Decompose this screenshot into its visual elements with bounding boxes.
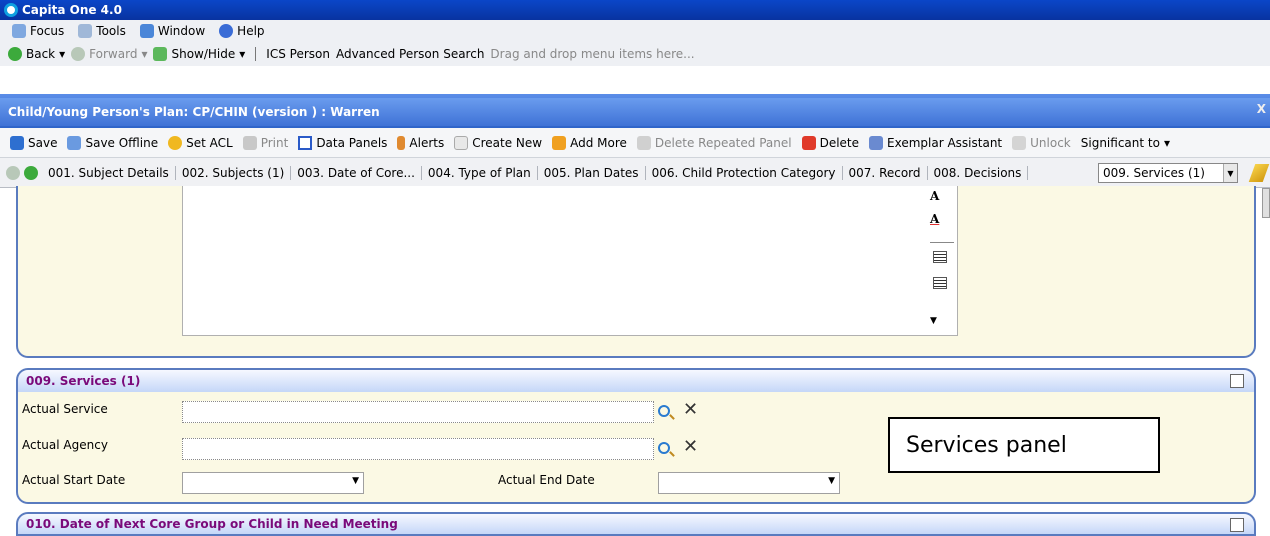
tab-date-of-core[interactable]: 003. Date of Core... xyxy=(291,165,422,180)
delete-icon xyxy=(801,135,816,150)
next-meeting-panel-title: 010. Date of Next Core Group or Child in… xyxy=(26,517,398,531)
search-icon[interactable] xyxy=(658,405,670,417)
add-more-button[interactable]: Add More xyxy=(552,135,627,150)
main-menu: Focus Tools Window Help xyxy=(0,20,1270,42)
tab-select-dropdown[interactable]: 009. Services (1) ▼ xyxy=(1098,163,1238,183)
alerts-icon xyxy=(397,135,406,150)
help-icon xyxy=(219,24,234,38)
unlock-button[interactable]: Unlock xyxy=(1012,135,1071,150)
actual-service-label: Actual Service xyxy=(22,402,108,416)
save-offline-button[interactable]: Save Offline xyxy=(67,135,158,150)
next-meeting-panel-header[interactable]: 010. Date of Next Core Group or Child in… xyxy=(16,512,1256,536)
lock-icon xyxy=(168,135,183,150)
tools-icon xyxy=(78,24,93,38)
panel-tab-bar: 001. Subject Details 002. Subjects (1) 0… xyxy=(0,158,1270,188)
create-new-icon xyxy=(454,135,469,150)
exemplar-assistant-button[interactable]: Exemplar Assistant xyxy=(869,135,1002,150)
clear-icon[interactable]: ✕ xyxy=(683,399,698,420)
menu-focus[interactable]: Focus xyxy=(12,24,64,38)
format-divider xyxy=(930,242,954,243)
chevron-down-icon[interactable]: ▼ xyxy=(1223,164,1237,182)
back-button[interactable]: Back ▾ xyxy=(8,47,65,61)
significant-to-button[interactable]: Significant to ▾ xyxy=(1081,136,1170,150)
tab-subjects[interactable]: 002. Subjects (1) xyxy=(176,165,292,180)
plan-header: Child/Young Person's Plan: CP/CHIN (vers… xyxy=(0,98,1270,126)
menu-tools[interactable]: Tools xyxy=(78,24,126,38)
show-hide-button[interactable]: Show/Hide ▾ xyxy=(153,47,245,61)
data-panels-button[interactable]: Data Panels xyxy=(298,135,387,150)
save-button[interactable]: Save xyxy=(10,135,57,150)
actual-agency-input[interactable] xyxy=(182,438,654,460)
menu-area: Focus Tools Window Help Back ▾ Forward ▾… xyxy=(0,20,1270,66)
vertical-scrollbar[interactable] xyxy=(1262,188,1270,218)
actual-end-date-label: Actual End Date xyxy=(498,473,595,487)
delete-button[interactable]: Delete xyxy=(801,135,859,150)
services-panel-title: 009. Services (1) xyxy=(26,374,141,388)
window-title-bar: Capita One 4.0 xyxy=(0,0,1270,20)
menu-window[interactable]: Window xyxy=(139,24,205,38)
plan-toolbar: Save Save Offline Set ACL Print Data Pan… xyxy=(0,128,1270,158)
rich-text-editor[interactable] xyxy=(182,186,958,336)
align-center-icon[interactable] xyxy=(933,277,947,289)
format-more-icon[interactable]: ▼ xyxy=(930,316,937,326)
set-acl-button[interactable]: Set ACL xyxy=(168,135,233,150)
font-style-icon[interactable]: A xyxy=(930,189,939,203)
save-offline-icon xyxy=(67,135,82,150)
advanced-person-search-link[interactable]: Advanced Person Search xyxy=(336,47,484,61)
tab-select-value: 009. Services (1) xyxy=(1103,166,1205,180)
tab-type-of-plan[interactable]: 004. Type of Plan xyxy=(422,165,538,180)
print-icon xyxy=(242,135,257,150)
actual-service-input[interactable] xyxy=(182,401,654,423)
create-new-button[interactable]: Create New xyxy=(454,135,542,150)
menu-help[interactable]: Help xyxy=(219,24,265,38)
align-left-icon[interactable] xyxy=(933,251,947,263)
plan-title: Child/Young Person's Plan: CP/CHIN (vers… xyxy=(8,105,380,119)
chevron-down-icon[interactable]: ▼ xyxy=(828,476,835,486)
services-panel-callout: Services panel xyxy=(888,417,1160,473)
unlock-icon xyxy=(1012,135,1027,150)
capita-app-icon xyxy=(4,3,18,17)
chevron-down-icon[interactable]: ▼ xyxy=(352,476,359,486)
tab-next-icon[interactable] xyxy=(24,165,38,180)
actual-start-date-picker[interactable]: ▼ xyxy=(182,472,364,494)
print-button[interactable]: Print xyxy=(242,135,288,150)
actual-end-date-picker[interactable]: ▼ xyxy=(658,472,840,494)
ics-person-link[interactable]: ICS Person xyxy=(266,47,330,61)
forward-arrow-icon xyxy=(71,47,86,61)
tab-record[interactable]: 007. Record xyxy=(843,165,928,180)
forward-button[interactable]: Forward ▾ xyxy=(71,47,147,61)
tab-child-protection-category[interactable]: 006. Child Protection Category xyxy=(646,165,843,180)
tab-prev-icon[interactable] xyxy=(6,165,20,180)
data-panels-icon xyxy=(298,135,313,150)
delete-repeated-panel-button[interactable]: Delete Repeated Panel xyxy=(636,135,792,150)
window-icon xyxy=(139,24,154,38)
close-icon[interactable]: X xyxy=(1257,102,1266,116)
next-meeting-panel-checkbox[interactable] xyxy=(1230,518,1244,532)
search-icon[interactable] xyxy=(658,442,670,454)
save-icon xyxy=(10,135,24,150)
focus-icon xyxy=(12,24,26,38)
nav-separator xyxy=(255,47,257,61)
services-panel-checkbox[interactable] xyxy=(1230,374,1244,388)
actual-agency-label: Actual Agency xyxy=(22,438,108,452)
alerts-button[interactable]: Alerts xyxy=(397,135,444,150)
drag-drop-hint: Drag and drop menu items here... xyxy=(490,47,695,61)
actual-start-date-label: Actual Start Date xyxy=(22,473,126,487)
delete-repeated-icon xyxy=(636,135,651,150)
add-more-icon xyxy=(552,135,567,150)
tab-plan-dates[interactable]: 005. Plan Dates xyxy=(538,165,646,180)
font-color-icon[interactable]: A xyxy=(930,212,939,226)
tab-decisions[interactable]: 008. Decisions xyxy=(928,165,1029,180)
tab-subject-details[interactable]: 001. Subject Details xyxy=(42,165,176,180)
nav-bar: Back ▾ Forward ▾ Show/Hide ▾ ICS Person … xyxy=(0,42,1270,66)
show-hide-icon xyxy=(153,47,168,61)
window-title: Capita One 4.0 xyxy=(22,3,122,17)
services-panel-header[interactable]: 009. Services (1) xyxy=(16,368,1256,394)
exemplar-icon xyxy=(869,135,884,150)
clear-icon[interactable]: ✕ xyxy=(683,436,698,457)
back-arrow-icon xyxy=(8,47,22,61)
